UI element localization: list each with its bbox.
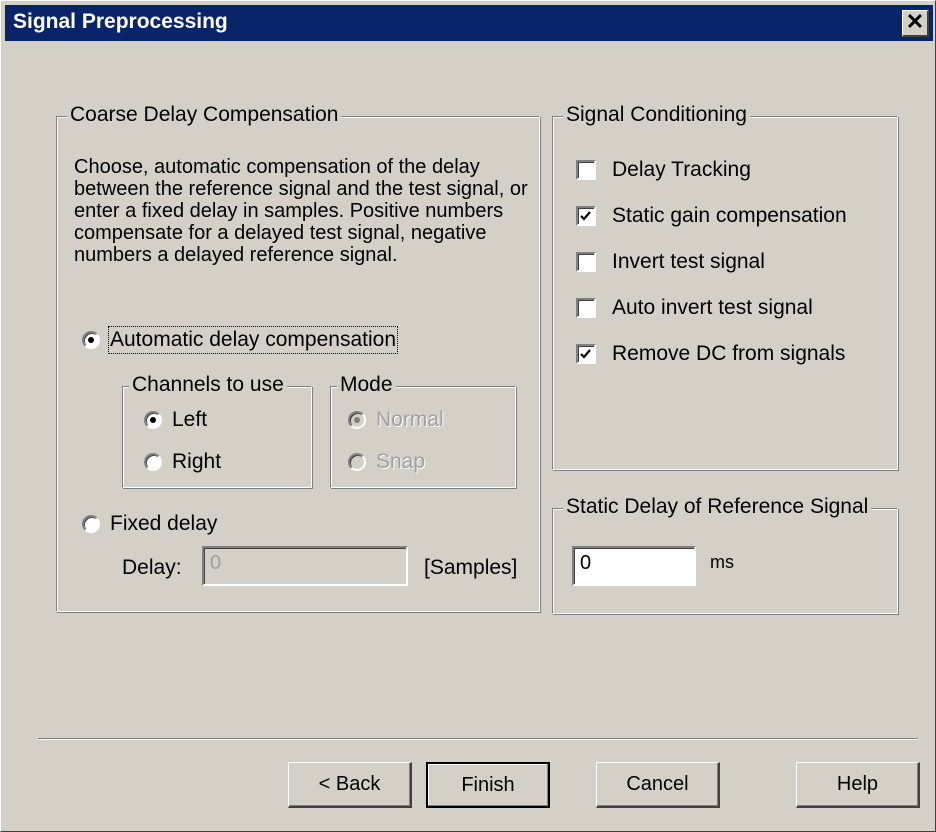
finish-button[interactable]: Finish [426,762,550,808]
delay-tracking-checkbox-box [576,160,596,180]
channel-left-radio[interactable]: Left [144,408,207,432]
cancel-button[interactable]: Cancel [596,762,720,808]
delay-label: Delay: [122,556,182,579]
auto-invert-label: Auto invert test signal [612,296,813,319]
channel-right-radio-indicator [144,453,162,471]
mode-normal-label: Normal [376,408,444,431]
static-delay-unit: ms [710,552,734,572]
automatic-delay-radio-indicator [82,331,100,349]
static-delay-legend: Static Delay of Reference Signal [563,495,872,519]
window-title: Signal Preprocessing [13,10,228,33]
static-gain-checkbox[interactable]: Static gain compensation [576,204,847,228]
remove-dc-checkbox-box [576,344,596,364]
auto-invert-checkbox[interactable]: Auto invert test signal [576,296,813,320]
static-gain-checkbox-box [576,206,596,226]
help-button[interactable]: Help [796,762,920,808]
checkmark-icon [580,211,591,221]
title-bar[interactable]: Signal Preprocessing ✕ [5,5,933,41]
auto-invert-checkbox-box [576,298,596,318]
button-separator [38,738,918,740]
delay-unit: [Samples] [424,556,518,579]
channel-right-radio[interactable]: Right [144,450,221,474]
mode-legend: Mode [337,373,396,397]
channel-left-radio-indicator [144,411,162,429]
mode-normal-radio[interactable]: Normal [348,408,444,432]
fixed-delay-label: Fixed delay [110,512,218,535]
delay-input[interactable]: 0 [202,546,408,586]
remove-dc-label: Remove DC from signals [612,342,846,365]
back-button[interactable]: < Back [288,762,412,808]
coarse-delay-legend: Coarse Delay Compensation [67,103,342,127]
invert-test-checkbox-box [576,252,596,272]
static-delay-input[interactable]: 0 [572,546,696,586]
channel-right-label: Right [172,450,222,473]
mode-snap-radio-indicator [348,453,366,471]
remove-dc-checkbox[interactable]: Remove DC from signals [576,342,845,366]
signal-conditioning-legend: Signal Conditioning [563,103,750,127]
invert-test-checkbox[interactable]: Invert test signal [576,250,765,274]
automatic-delay-label: Automatic delay compensation [108,326,398,354]
close-icon: ✕ [905,9,925,34]
mode-normal-radio-indicator [348,411,366,429]
static-gain-label: Static gain compensation [612,204,847,227]
fixed-delay-radio-indicator [82,515,100,533]
automatic-delay-radio[interactable]: Automatic delay compensation [82,326,398,354]
invert-test-label: Invert test signal [612,250,765,273]
channels-legend: Channels to use [129,373,287,397]
fixed-delay-radio[interactable]: Fixed delay [82,512,217,536]
delay-tracking-checkbox[interactable]: Delay Tracking [576,158,751,182]
close-button[interactable]: ✕ [902,10,929,37]
mode-snap-radio[interactable]: Snap [348,450,425,474]
channel-left-label: Left [172,408,208,431]
delay-tracking-label: Delay Tracking [612,158,751,181]
mode-snap-label: Snap [376,450,426,473]
checkmark-icon [580,349,591,359]
coarse-delay-description: Choose, automatic compensation of the de… [74,156,528,266]
